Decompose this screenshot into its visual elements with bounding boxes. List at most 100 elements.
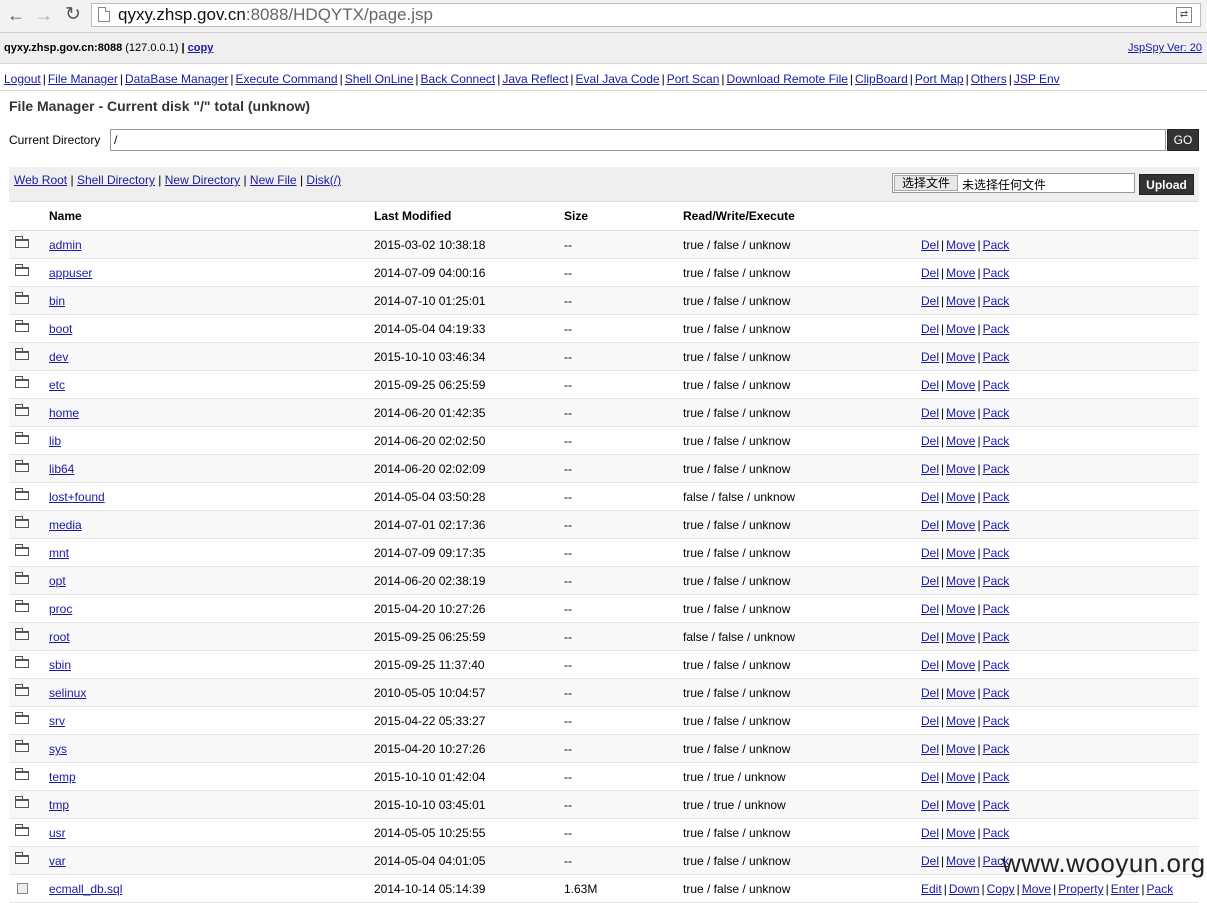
- move-link[interactable]: Move: [946, 770, 975, 784]
- entry-name-link[interactable]: sys: [49, 742, 67, 756]
- del-link[interactable]: Del: [921, 238, 939, 252]
- pack-link[interactable]: Pack: [983, 238, 1010, 252]
- menu-execute-command[interactable]: Execute Command: [236, 72, 338, 86]
- move-link[interactable]: Move: [946, 658, 975, 672]
- menu-eval-java-code[interactable]: Eval Java Code: [576, 72, 660, 86]
- move-link[interactable]: Move: [946, 518, 975, 532]
- entry-name-link[interactable]: dev: [49, 350, 68, 364]
- file-chooser[interactable]: 选择文件 未选择任何文件: [892, 173, 1135, 193]
- version-link[interactable]: JspSpy Ver: 20: [1128, 42, 1202, 54]
- del-link[interactable]: Del: [921, 294, 939, 308]
- pack-link[interactable]: Pack: [983, 770, 1010, 784]
- menu-clipboard[interactable]: ClipBoard: [855, 72, 908, 86]
- move-link[interactable]: Move: [946, 546, 975, 560]
- del-link[interactable]: Del: [921, 602, 939, 616]
- entry-name-link[interactable]: appuser: [49, 266, 92, 280]
- toolbar-link-web-root[interactable]: Web Root: [14, 173, 67, 187]
- entry-name-link[interactable]: mnt: [49, 546, 69, 560]
- move-link[interactable]: Move: [946, 714, 975, 728]
- down-link[interactable]: Down: [949, 882, 980, 896]
- entry-name-link[interactable]: lib: [49, 434, 61, 448]
- menu-shell-online[interactable]: Shell OnLine: [345, 72, 414, 86]
- del-link[interactable]: Del: [921, 658, 939, 672]
- pack-link[interactable]: Pack: [983, 378, 1010, 392]
- move-link[interactable]: Move: [946, 378, 975, 392]
- del-link[interactable]: Del: [921, 714, 939, 728]
- del-link[interactable]: Del: [921, 546, 939, 560]
- pack-link[interactable]: Pack: [983, 826, 1010, 840]
- pack-link[interactable]: Pack: [983, 602, 1010, 616]
- entry-name-link[interactable]: sbin: [49, 658, 71, 672]
- entry-name-link[interactable]: ecmall_db.sql: [49, 882, 122, 896]
- menu-logout[interactable]: Logout: [4, 72, 41, 86]
- pack-link[interactable]: Pack: [1147, 882, 1174, 896]
- address-bar[interactable]: qyxy.zhsp.gov.cn:8088/HDQYTX/page.jsp ⇄: [91, 3, 1201, 27]
- entry-name-link[interactable]: opt: [49, 574, 66, 588]
- entry-name-link[interactable]: selinux: [49, 686, 86, 700]
- entry-name-link[interactable]: var: [49, 854, 66, 868]
- move-link[interactable]: Move: [946, 854, 975, 868]
- move-link[interactable]: Move: [946, 826, 975, 840]
- menu-back-connect[interactable]: Back Connect: [421, 72, 496, 86]
- pack-link[interactable]: Pack: [983, 630, 1010, 644]
- menu-jsp-env[interactable]: JSP Env: [1014, 72, 1060, 86]
- pack-link[interactable]: Pack: [983, 434, 1010, 448]
- del-link[interactable]: Del: [921, 826, 939, 840]
- move-link[interactable]: Move: [946, 462, 975, 476]
- del-link[interactable]: Del: [921, 770, 939, 784]
- entry-name-link[interactable]: boot: [49, 322, 72, 336]
- del-link[interactable]: Del: [921, 686, 939, 700]
- del-link[interactable]: Del: [921, 574, 939, 588]
- choose-file-button[interactable]: 选择文件: [894, 175, 958, 191]
- entry-name-link[interactable]: lost+found: [49, 490, 105, 504]
- menu-java-reflect[interactable]: Java Reflect: [502, 72, 568, 86]
- pack-link[interactable]: Pack: [983, 294, 1010, 308]
- del-link[interactable]: Del: [921, 434, 939, 448]
- entry-name-link[interactable]: home: [49, 406, 79, 420]
- del-link[interactable]: Del: [921, 518, 939, 532]
- entry-name-link[interactable]: temp: [49, 770, 76, 784]
- move-link[interactable]: Move: [946, 294, 975, 308]
- entry-name-link[interactable]: etc: [49, 378, 65, 392]
- move-link[interactable]: Move: [946, 238, 975, 252]
- pack-link[interactable]: Pack: [983, 574, 1010, 588]
- menu-download-remote-file[interactable]: Download Remote File: [727, 72, 848, 86]
- file-checkbox[interactable]: [17, 883, 28, 894]
- menu-others[interactable]: Others: [971, 72, 1007, 86]
- del-link[interactable]: Del: [921, 854, 939, 868]
- move-link[interactable]: Move: [946, 406, 975, 420]
- property-link[interactable]: Property: [1058, 882, 1103, 896]
- pack-link[interactable]: Pack: [983, 658, 1010, 672]
- upload-button[interactable]: Upload: [1139, 174, 1194, 195]
- move-link[interactable]: Move: [946, 350, 975, 364]
- move-link[interactable]: Move: [946, 686, 975, 700]
- pack-link[interactable]: Pack: [983, 798, 1010, 812]
- entry-name-link[interactable]: admin: [49, 238, 82, 252]
- del-link[interactable]: Del: [921, 798, 939, 812]
- entry-name-link[interactable]: srv: [49, 714, 65, 728]
- move-link[interactable]: Move: [1022, 882, 1051, 896]
- forward-icon[interactable]: →: [33, 4, 55, 26]
- move-link[interactable]: Move: [946, 798, 975, 812]
- pack-link[interactable]: Pack: [983, 546, 1010, 560]
- move-link[interactable]: Move: [946, 574, 975, 588]
- menu-database-manager[interactable]: DataBase Manager: [125, 72, 228, 86]
- pack-link[interactable]: Pack: [983, 490, 1010, 504]
- pack-link[interactable]: Pack: [983, 742, 1010, 756]
- pack-link[interactable]: Pack: [983, 714, 1010, 728]
- del-link[interactable]: Del: [921, 322, 939, 336]
- menu-port-scan[interactable]: Port Scan: [667, 72, 720, 86]
- del-link[interactable]: Del: [921, 406, 939, 420]
- pack-link[interactable]: Pack: [983, 462, 1010, 476]
- pack-link[interactable]: Pack: [983, 266, 1010, 280]
- go-button[interactable]: GO: [1167, 129, 1199, 151]
- menu-file-manager[interactable]: File Manager: [48, 72, 118, 86]
- toolbar-link-new-directory[interactable]: New Directory: [165, 173, 240, 187]
- entry-name-link[interactable]: bin: [49, 294, 65, 308]
- back-icon[interactable]: ←: [5, 4, 27, 26]
- toolbar-link-new-file[interactable]: New File: [250, 173, 297, 187]
- reload-icon[interactable]: ↻: [62, 4, 84, 26]
- del-link[interactable]: Del: [921, 378, 939, 392]
- url-text[interactable]: qyxy.zhsp.gov.cn:8088/HDQYTX/page.jsp: [118, 5, 433, 25]
- entry-name-link[interactable]: usr: [49, 826, 66, 840]
